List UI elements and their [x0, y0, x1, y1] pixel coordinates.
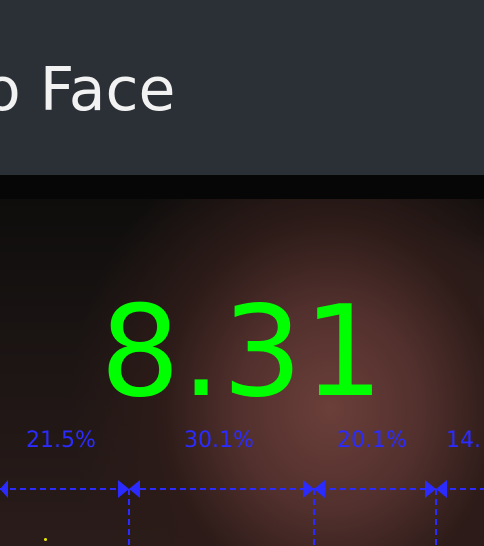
arrow-left-edge-icon	[0, 480, 8, 498]
divider	[0, 175, 484, 199]
arrow-marker-1b-icon	[129, 480, 140, 498]
camera-preview: 8.31 21.5% 30.1% 20.1% 14.	[0, 199, 484, 546]
arrow-marker-2b-icon	[314, 480, 325, 498]
measurement-guides	[0, 480, 484, 546]
arrow-marker-3b-icon	[436, 480, 447, 498]
arrow-marker-3a-icon	[425, 480, 436, 498]
arrow-marker-1a-icon	[118, 480, 129, 498]
landmark-dot	[44, 538, 47, 541]
app-bar: o Face	[0, 0, 484, 175]
app-title: o Face	[0, 55, 176, 125]
arrow-marker-2a-icon	[303, 480, 314, 498]
